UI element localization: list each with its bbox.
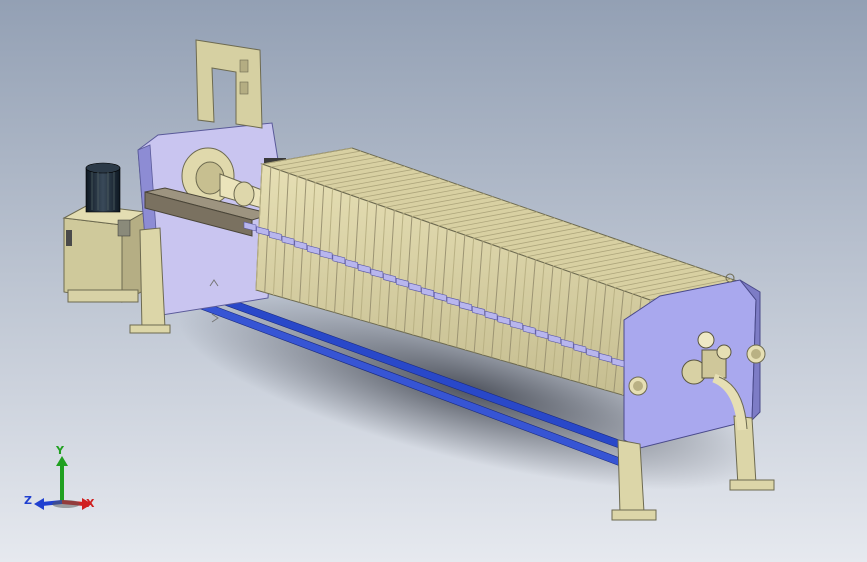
- tail-foot-left: [611, 509, 657, 521]
- head-leg-left: [139, 227, 166, 331]
- y-axis-head: [56, 456, 68, 466]
- tank-base: [67, 289, 139, 303]
- valve-handle: [716, 344, 732, 360]
- tail-foot-right: [729, 479, 775, 491]
- z-axis-head: [34, 498, 44, 510]
- y-axis-label: Y: [56, 444, 64, 457]
- head-foot: [129, 324, 171, 334]
- bracket-slot: [239, 81, 249, 95]
- pressure-gauge: [697, 331, 715, 349]
- oil-gauge: [66, 230, 72, 246]
- x-axis-label: X: [86, 497, 95, 510]
- z-axis-label: Z: [24, 494, 32, 507]
- rod-end: [233, 181, 255, 207]
- motor-body: [85, 167, 121, 213]
- tail-leg-left: [617, 439, 645, 515]
- bracket-slot: [239, 59, 249, 73]
- orientation-triad[interactable]: [18, 440, 138, 530]
- 3d-viewport[interactable]: Y X Z: [0, 0, 867, 562]
- triad-base: [52, 500, 80, 508]
- tank-front: [63, 217, 123, 303]
- corner-port-inner: [633, 381, 643, 391]
- motor-top: [85, 162, 121, 174]
- valve-block: [117, 219, 131, 237]
- corner-port-inner: [751, 349, 761, 359]
